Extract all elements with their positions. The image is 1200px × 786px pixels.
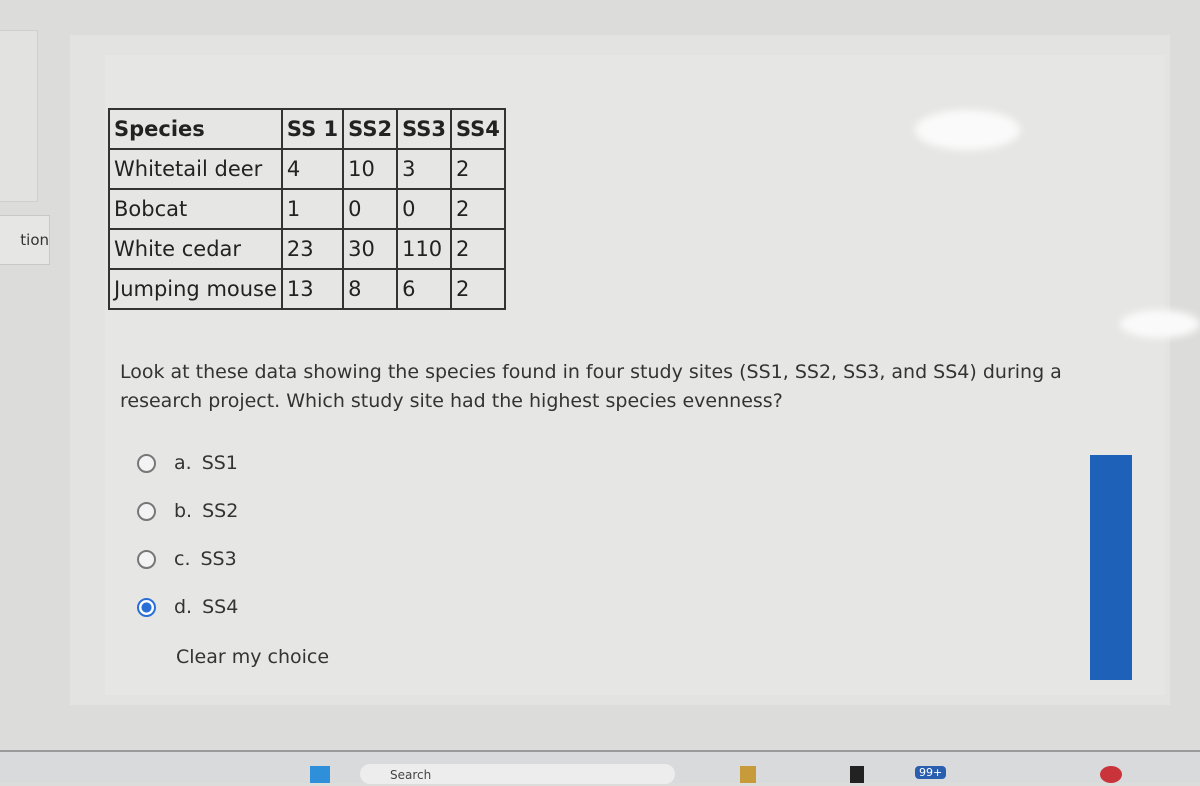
notification-badge[interactable]: 99+: [915, 766, 947, 779]
radio-button[interactable]: [137, 453, 156, 473]
option-label: SS4: [202, 596, 239, 618]
header-cell: SS2: [342, 108, 399, 150]
value-cell: 4: [280, 148, 345, 190]
value-cell: 2: [450, 188, 506, 230]
value-cell: 6: [396, 268, 452, 310]
radio-button[interactable]: [137, 501, 156, 521]
sidebar-item[interactable]: tion: [0, 215, 50, 265]
screen-glare: [915, 110, 1020, 150]
value-cell: 2: [450, 228, 506, 270]
taskbar: Search 99+: [0, 750, 1200, 784]
species-table: Species SS 1 SS2 SS3 SS4 Whitetail deer 4…: [108, 108, 506, 310]
value-cell: 2: [450, 148, 506, 190]
table-row: White cedar 23 30 110 2: [108, 228, 506, 270]
option-label: SS3: [200, 548, 237, 570]
answer-option[interactable]: b. SS2: [137, 500, 238, 522]
blue-bar: [1090, 455, 1132, 680]
species-cell: Whitetail deer: [108, 148, 283, 190]
radio-button[interactable]: [137, 549, 156, 569]
answer-option[interactable]: d. SS4: [137, 596, 238, 618]
header-cell: SS3: [396, 108, 452, 150]
dropbox-icon[interactable]: [850, 766, 864, 783]
species-cell: Bobcat: [108, 188, 283, 230]
species-cell: Jumping mouse: [108, 268, 283, 310]
sidebar-item-label: tion: [20, 231, 49, 249]
value-cell: 3: [396, 148, 452, 190]
table-row: Bobcat 1 0 0 2: [108, 188, 506, 230]
clear-choice-link[interactable]: Clear my choice: [176, 646, 329, 668]
option-letter: c.: [174, 548, 191, 570]
search-label: Search: [390, 768, 432, 782]
value-cell: 13: [280, 268, 345, 310]
header-cell: Species: [108, 108, 283, 150]
radio-button[interactable]: [137, 597, 156, 617]
header-cell: SS 1: [280, 108, 345, 150]
option-letter: d.: [174, 596, 193, 618]
value-cell: 10: [342, 148, 399, 190]
option-letter: b.: [174, 500, 193, 522]
question-text: Look at these data showing the species f…: [120, 361, 1062, 412]
table-row: Whitetail deer 4 10 3 2: [108, 148, 506, 190]
table-row: Jumping mouse 13 8 6 2: [108, 268, 506, 310]
table-header-row: Species SS 1 SS2 SS3 SS4: [108, 108, 506, 150]
option-letter: a.: [174, 452, 192, 474]
option-label: SS1: [201, 452, 238, 474]
value-cell: 23: [280, 228, 345, 270]
value-cell: 8: [342, 268, 399, 310]
species-cell: White cedar: [108, 228, 283, 270]
answer-option[interactable]: c. SS3: [137, 548, 237, 570]
app-icon[interactable]: [1100, 766, 1122, 783]
value-cell: 30: [342, 228, 399, 270]
answer-option[interactable]: a. SS1: [137, 452, 238, 474]
screen-glare: [1120, 310, 1200, 338]
option-label: SS2: [202, 500, 239, 522]
value-cell: 2: [450, 268, 506, 310]
taskbar-search[interactable]: Search: [360, 764, 675, 784]
windows-start-icon[interactable]: [310, 766, 330, 783]
sidebar-panel: [0, 30, 38, 202]
value-cell: 0: [342, 188, 399, 230]
value-cell: 0: [396, 188, 452, 230]
header-cell: SS4: [450, 108, 506, 150]
value-cell: 1: [280, 188, 345, 230]
value-cell: 110: [396, 228, 452, 270]
folder-icon[interactable]: [740, 766, 756, 783]
